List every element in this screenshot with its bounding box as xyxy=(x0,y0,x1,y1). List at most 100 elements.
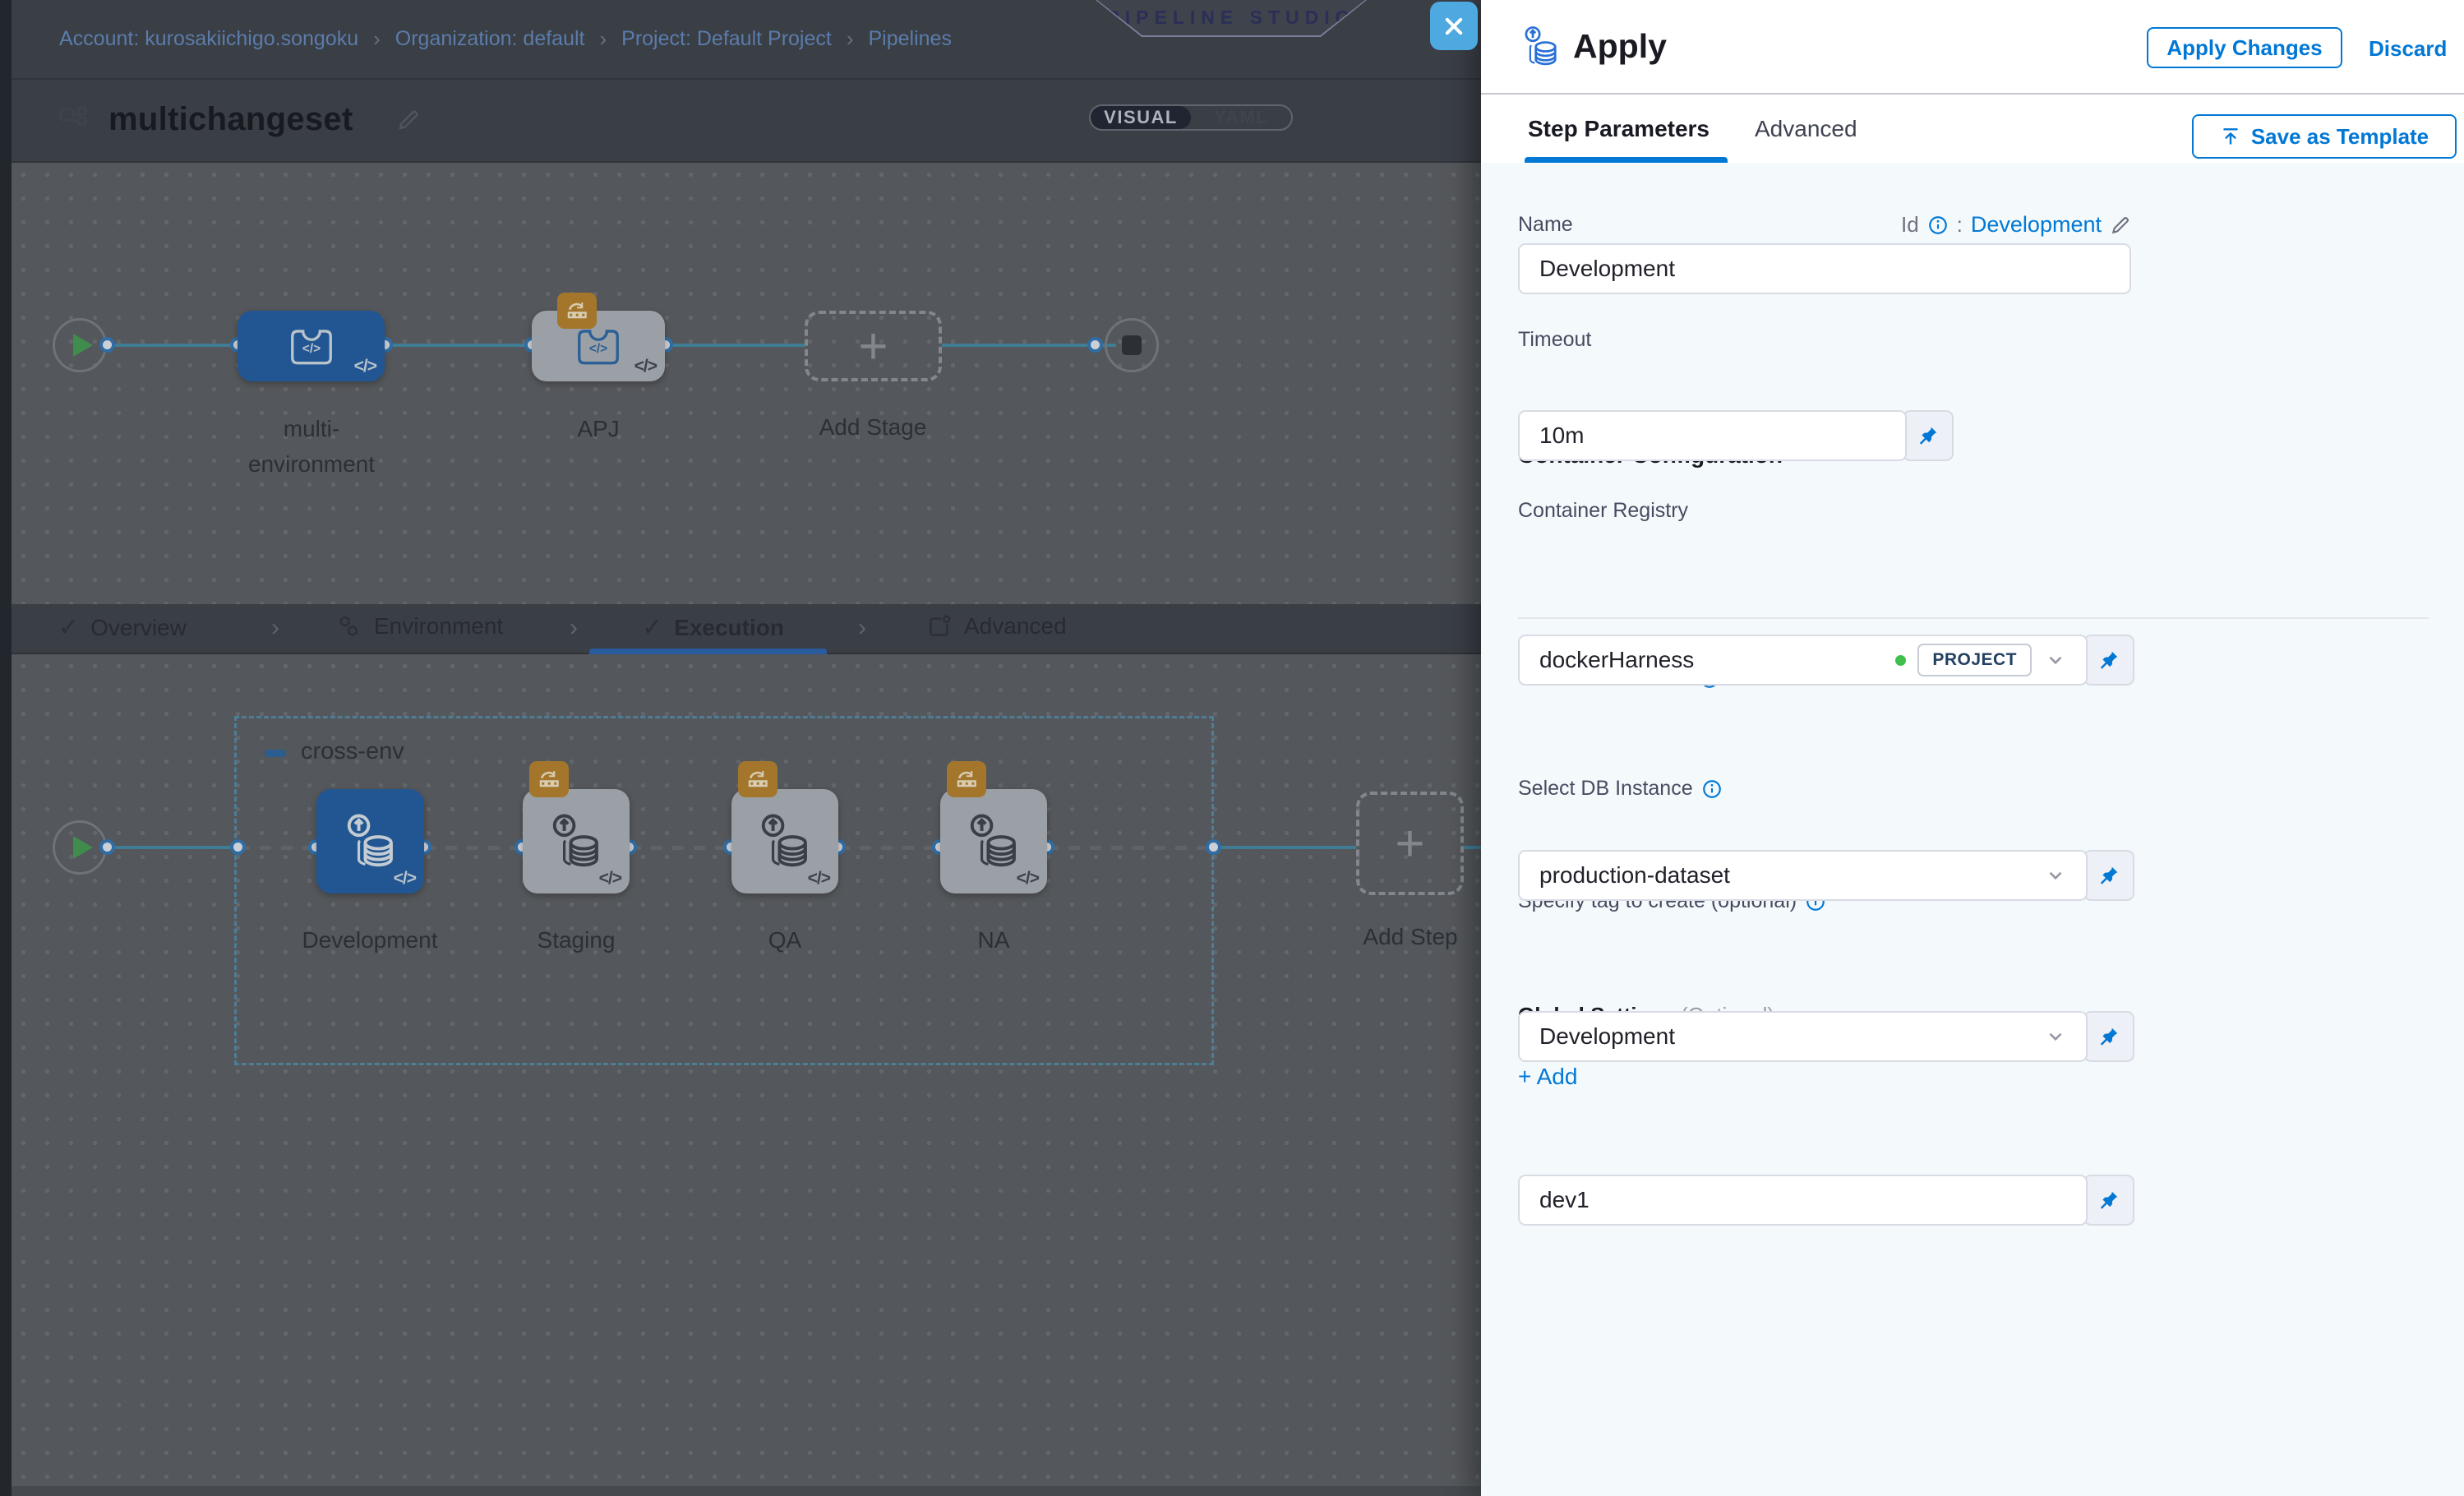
play-icon xyxy=(73,334,93,357)
breadcrumb-account[interactable]: Account: kurosakiichigo.songoku xyxy=(59,27,358,51)
step-connector xyxy=(1214,846,1356,849)
db-instance-label-text: Select DB Instance xyxy=(1518,777,1693,801)
chevron-right-icon: › xyxy=(858,614,866,642)
step-code-glyph: </> xyxy=(1017,869,1039,889)
play-icon xyxy=(73,836,93,859)
panel-tabs: Step Parameters Advanced Save as Templat… xyxy=(1481,96,2464,163)
save-as-template-button[interactable]: Save as Template xyxy=(2192,114,2457,159)
section-divider xyxy=(1518,617,2429,619)
pin-icon xyxy=(2098,1026,2120,1047)
breadcrumb-project[interactable]: Project: Default Project xyxy=(621,27,832,51)
pin-input-button[interactable] xyxy=(2083,635,2134,686)
db-instance-value: Development xyxy=(1539,1023,1675,1050)
stage-multi-environment[interactable]: </> </> xyxy=(238,311,385,381)
rollback-badge-icon xyxy=(947,761,986,797)
breadcrumb-organization[interactable]: Organization: default xyxy=(395,27,585,51)
tab-environment[interactable]: Environment xyxy=(336,613,503,639)
svg-text:</>: </> xyxy=(589,342,607,356)
tab-environment-label: Environment xyxy=(374,613,503,639)
toggle-visual[interactable]: VISUAL xyxy=(1091,106,1191,129)
step-qa[interactable]: </> xyxy=(731,789,838,893)
step-connector xyxy=(107,846,238,849)
stage-code-glyph: </> xyxy=(634,357,657,376)
step-staging[interactable]: </> xyxy=(523,789,630,893)
pin-input-button[interactable] xyxy=(1903,410,1954,461)
step-na[interactable]: </> xyxy=(940,789,1047,893)
breadcrumb-pipelines[interactable]: Pipelines xyxy=(869,27,952,51)
active-tab-underline xyxy=(1525,157,1728,163)
timeout-input-value: 10m xyxy=(1539,422,1584,449)
execution-canvas: cross-env </> Development xyxy=(12,654,1481,1486)
breadcrumb: Account: kurosakiichigo.songoku › Organi… xyxy=(59,26,952,52)
tab-overview[interactable]: ✓ Overview xyxy=(58,613,187,642)
stage-apj[interactable]: </> </> xyxy=(532,311,665,381)
add-step-label: Add Step xyxy=(1331,919,1489,954)
toggle-yaml[interactable]: YAML xyxy=(1191,106,1291,129)
add-stage-button[interactable]: + xyxy=(805,311,942,381)
pipeline-end-node xyxy=(1105,318,1159,372)
tab-execution[interactable]: ✓ Execution xyxy=(642,613,784,642)
db-schema-field: production-dataset xyxy=(1518,850,2134,901)
stage-canvas: </> </> multi-environment </> </> APJ + … xyxy=(12,163,1481,604)
check-icon: ✓ xyxy=(58,613,79,642)
visual-yaml-toggle: VISUAL YAML xyxy=(1089,104,1293,131)
discard-button[interactable]: Discard xyxy=(2369,36,2447,62)
breadcrumb-separator: › xyxy=(847,26,854,52)
pipeline-graph-icon xyxy=(58,104,90,137)
connector-dot xyxy=(1087,337,1103,353)
connector-dot xyxy=(230,839,246,855)
tab-execution-label: Execution xyxy=(674,615,784,641)
edit-id-icon[interactable] xyxy=(2110,215,2131,236)
chevron-right-icon: › xyxy=(570,614,578,642)
step-development[interactable]: </> xyxy=(316,789,424,893)
step-code-glyph: </> xyxy=(808,869,830,889)
tab-overview-label: Overview xyxy=(90,615,187,641)
chevron-right-icon: › xyxy=(271,614,279,642)
name-input-value: Development xyxy=(1539,256,1675,282)
tab-panel-advanced[interactable]: Advanced xyxy=(1755,116,1857,142)
tab-advanced-label: Advanced xyxy=(964,613,1067,639)
tab-step-parameters[interactable]: Step Parameters xyxy=(1528,116,1710,142)
tag-input[interactable]: dev1 xyxy=(1518,1175,2088,1226)
stop-icon xyxy=(1122,335,1142,355)
pin-input-button[interactable] xyxy=(2083,850,2134,901)
pin-input-button[interactable] xyxy=(2083,1011,2134,1062)
check-icon: ✓ xyxy=(642,613,662,642)
connector-dot xyxy=(99,839,115,855)
timeout-label: Timeout xyxy=(1518,328,1591,352)
step-label: QA xyxy=(706,922,864,958)
db-instance-select[interactable]: Development xyxy=(1518,1011,2088,1062)
step-config-panel: Apply Apply Changes Discard Step Paramet… xyxy=(1481,0,2464,1496)
advanced-icon xyxy=(926,613,953,639)
collapse-group-icon[interactable] xyxy=(265,750,286,757)
chevron-down-icon xyxy=(2045,649,2066,671)
pin-input-button[interactable] xyxy=(2083,1175,2134,1226)
name-input[interactable]: Development xyxy=(1518,243,2131,294)
connectivity-status-dot xyxy=(1895,655,1906,666)
upload-icon xyxy=(2220,126,2241,147)
stage-connector xyxy=(107,344,805,347)
container-registry-select[interactable]: dockerHarness PROJECT xyxy=(1518,635,2088,686)
stage-code-glyph: </> xyxy=(354,357,376,376)
db-schema-select[interactable]: production-dataset xyxy=(1518,850,2088,901)
step-group-label: cross-env xyxy=(301,738,404,765)
pipeline-title: multichangeset xyxy=(108,101,353,138)
step-code-glyph: </> xyxy=(394,869,416,889)
rollback-badge-icon xyxy=(557,293,597,329)
edit-pipeline-name-icon[interactable] xyxy=(396,108,421,132)
timeout-field: 10m xyxy=(1518,410,1954,461)
close-panel-button[interactable] xyxy=(1430,2,1478,50)
step-parameters-form: Name Id : Development Development Timeou… xyxy=(1481,163,2464,1496)
apply-changes-button[interactable]: Apply Changes xyxy=(2147,27,2342,68)
info-icon[interactable] xyxy=(1701,778,1723,800)
add-step-button[interactable]: + xyxy=(1356,792,1464,895)
container-registry-field: dockerHarness PROJECT xyxy=(1518,635,2134,686)
add-global-setting-button[interactable]: + Add xyxy=(1518,1064,1577,1090)
name-label: Name xyxy=(1518,213,1573,237)
tab-advanced[interactable]: Advanced xyxy=(926,613,1067,639)
info-icon[interactable] xyxy=(1927,215,1949,236)
step-code-glyph: </> xyxy=(599,869,621,889)
rollback-badge-icon xyxy=(738,761,777,797)
pipeline-studio-screen: Account: kurosakiichigo.songoku › Organi… xyxy=(0,0,2464,1496)
timeout-input[interactable]: 10m xyxy=(1518,410,1907,461)
